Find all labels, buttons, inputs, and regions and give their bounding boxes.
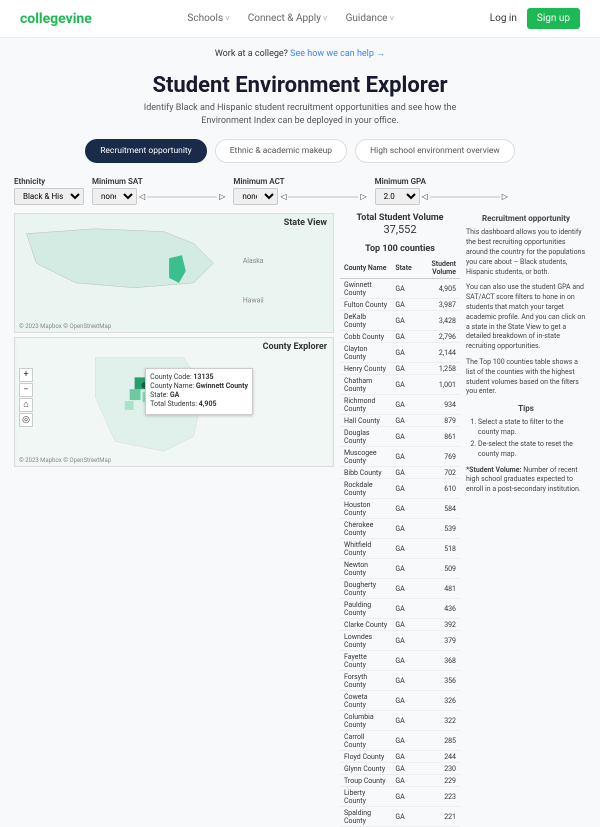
table-row[interactable]: Chatham CountyGA1,001 <box>340 375 460 395</box>
minact-slider-right[interactable]: ▷ <box>360 192 366 201</box>
info-sidebar: Recruitment opportunity This dashboard a… <box>466 213 586 827</box>
table-row[interactable]: Liberty CountyGA223 <box>340 787 460 807</box>
table-row[interactable]: Cherokee CountyGA539 <box>340 519 460 539</box>
tab-ethnic[interactable]: Ethnic & academic makeup <box>215 139 347 163</box>
nav-schools[interactable]: Schools <box>187 13 229 24</box>
table-row[interactable]: Muscogee CountyGA769 <box>340 447 460 467</box>
col-volume[interactable]: Student Volume <box>416 258 460 279</box>
tab-recruitment[interactable]: Recruitment opportunity <box>85 139 207 163</box>
sidebar-heading-1: Recruitment opportunity <box>466 213 586 224</box>
col-state[interactable]: State <box>391 258 416 279</box>
total-volume-label: Total Student Volume <box>340 213 460 223</box>
tip-1: Select a state to filter to the county m… <box>478 418 586 438</box>
table-row[interactable]: Clayton CountyGA2,144 <box>340 343 460 363</box>
banner: Work at a college? See how we can help → <box>0 38 600 69</box>
minact-slider-left[interactable]: ◁ <box>280 192 286 201</box>
table-row[interactable]: Spalding CountyGA221 <box>340 807 460 827</box>
minsat-label: Minimum SAT <box>92 177 225 186</box>
total-volume-value: 37,552 <box>340 223 460 236</box>
tip-2: De-select the state to reset the county … <box>478 440 586 460</box>
county-map-title: County Explorer <box>263 342 327 352</box>
zoom-out-button[interactable]: − <box>19 383 33 397</box>
table-row[interactable]: Gwinnett CountyGA4,905 <box>340 279 460 299</box>
minact-select[interactable]: none <box>233 188 278 205</box>
table-row[interactable]: Rockdale CountyGA610 <box>340 479 460 499</box>
table-row[interactable]: Hall CountyGA879 <box>340 415 460 427</box>
table-row[interactable]: Lowndes CountyGA379 <box>340 631 460 651</box>
sidebar-heading-2: Tips <box>466 403 586 414</box>
county-tooltip: County Code: 13135 County Name: Gwinnett… <box>145 368 253 414</box>
page-subtitle: Identify Black and Hispanic student recr… <box>140 102 460 127</box>
ethnicity-label: Ethnicity <box>14 177 84 186</box>
mingpa-slider[interactable] <box>430 196 500 198</box>
minsat-slider-right[interactable]: ▷ <box>219 192 225 201</box>
nav-guidance[interactable]: Guidance <box>346 13 395 24</box>
table-row[interactable]: Carroll CountyGA285 <box>340 731 460 751</box>
table-row[interactable]: Douglas CountyGA861 <box>340 427 460 447</box>
county-map[interactable]: County Explorer + − ⌂ ◎ <box>14 337 334 467</box>
table-row[interactable]: Coweta CountyGA326 <box>340 691 460 711</box>
minsat-select[interactable]: none <box>92 188 137 205</box>
reset-button[interactable]: ⌂ <box>19 398 33 412</box>
minact-label: Minimum ACT <box>233 177 366 186</box>
tab-highschool[interactable]: High school environment overview <box>355 139 515 163</box>
county-map-attrib: © 2023 Mapbox © OpenStreetMap <box>19 457 111 464</box>
table-title: Top 100 counties <box>340 244 460 254</box>
nav-connect[interactable]: Connect & Apply <box>248 13 328 24</box>
table-row[interactable]: Cobb CountyGA2,796 <box>340 331 460 343</box>
tabs: Recruitment opportunity Ethnic & academi… <box>0 139 600 163</box>
table-row[interactable]: Richmond CountyGA934 <box>340 395 460 415</box>
counties-table: County Name State Student Volume Gwinnet… <box>340 258 460 827</box>
table-row[interactable]: Bibb CountyGA702 <box>340 467 460 479</box>
table-row[interactable]: Fulton CountyGA3,987 <box>340 299 460 311</box>
svg-text:Alaska: Alaska <box>243 257 264 265</box>
table-row[interactable]: DeKalb CountyGA3,428 <box>340 311 460 331</box>
mingpa-slider-left[interactable]: ◁ <box>422 192 428 201</box>
locate-button[interactable]: ◎ <box>19 413 33 427</box>
table-row[interactable]: Glynn CountyGA230 <box>340 763 460 775</box>
table-row[interactable]: Columbia CountyGA322 <box>340 711 460 731</box>
table-row[interactable]: Forsyth CountyGA356 <box>340 671 460 691</box>
navbar: collegevine Schools Connect & Apply Guid… <box>0 0 600 38</box>
page-title: Student Environment Explorer <box>0 73 600 98</box>
state-map-attrib: © 2023 Mapbox © OpenStreetMap <box>19 323 111 330</box>
table-row[interactable]: Houston CountyGA584 <box>340 499 460 519</box>
col-county[interactable]: County Name <box>340 258 391 279</box>
zoom-in-button[interactable]: + <box>19 368 33 382</box>
table-row[interactable]: Henry CountyGA1,258 <box>340 363 460 375</box>
table-row[interactable]: Whitfield CountyGA518 <box>340 539 460 559</box>
filters-row: Ethnicity Black & Hispanic Minimum SAT n… <box>0 177 600 213</box>
logo[interactable]: collegevine <box>20 11 92 27</box>
table-row[interactable]: Dougherty CountyGA481 <box>340 579 460 599</box>
state-map-title: State View <box>284 218 327 228</box>
minsat-slider[interactable] <box>147 196 217 198</box>
table-row[interactable]: Clarke CountyGA392 <box>340 619 460 631</box>
mingpa-label: Minimum GPA <box>375 177 508 186</box>
banner-link[interactable]: See how we can help → <box>290 49 385 59</box>
table-row[interactable]: Troup CountyGA229 <box>340 775 460 787</box>
minsat-slider-left[interactable]: ◁ <box>139 192 145 201</box>
minact-slider[interactable] <box>288 196 358 198</box>
table-row[interactable]: Paulding CountyGA436 <box>340 599 460 619</box>
mingpa-select[interactable]: 2.0 <box>375 188 420 205</box>
table-row[interactable]: Fayette CountyGA368 <box>340 651 460 671</box>
signup-button[interactable]: Sign up <box>527 8 580 29</box>
table-row[interactable]: Floyd CountyGA244 <box>340 751 460 763</box>
login-link[interactable]: Log in <box>490 13 517 24</box>
table-row[interactable]: Newton CountyGA509 <box>340 559 460 579</box>
ethnicity-select[interactable]: Black & Hispanic <box>14 188 84 205</box>
mingpa-slider-right[interactable]: ▷ <box>502 192 508 201</box>
svg-text:Hawaii: Hawaii <box>243 297 264 305</box>
state-map[interactable]: State View Alaska Hawaii © 2023 Mapbox ©… <box>14 213 334 333</box>
